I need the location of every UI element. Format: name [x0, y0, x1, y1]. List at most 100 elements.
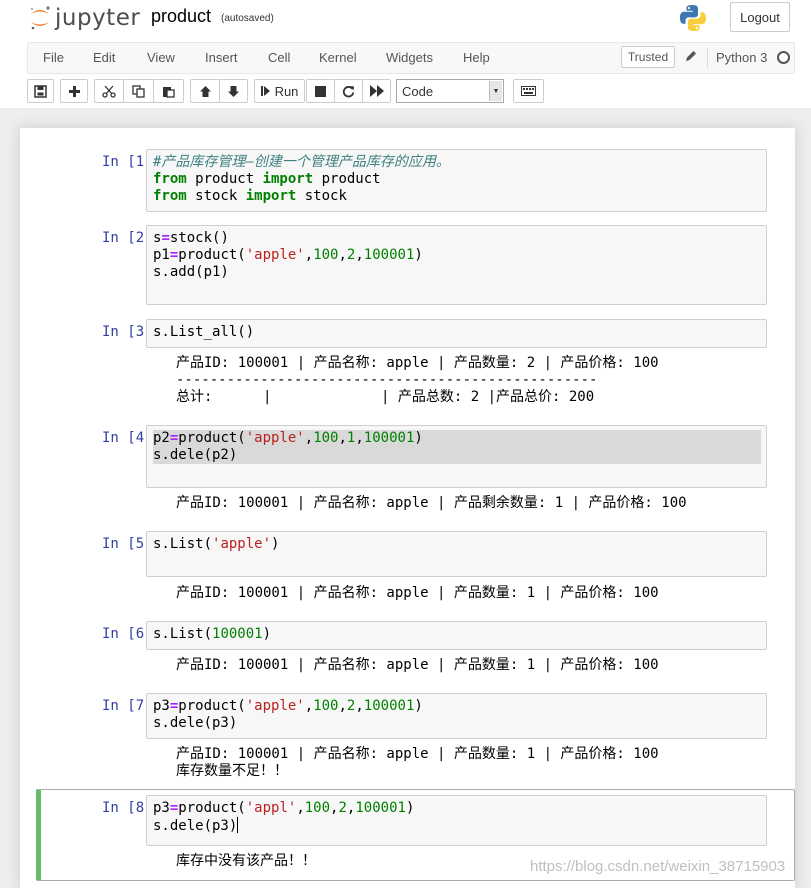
arrow-up-icon [199, 85, 211, 97]
code-editor[interactable]: s=stock() p1=product('apple',100,2,100001… [146, 225, 767, 305]
output-line: 总计: | | 产品总数: 2 |产品总价: 200 [176, 389, 595, 405]
code-token: 2 [338, 800, 347, 816]
code-token: stock() [169, 230, 229, 246]
code-token: , [355, 698, 364, 714]
code-token: 100001 [363, 698, 415, 714]
code-line: s=stock() [153, 230, 761, 247]
kernel-idle-indicator [777, 51, 790, 64]
menu-edit[interactable]: Edit [93, 50, 115, 65]
code-token: 100001 [363, 430, 415, 446]
code-line: s.List_all() [153, 324, 761, 341]
jupyter-logo[interactable]: jupyter [29, 3, 140, 33]
code-token: p3 [153, 800, 170, 816]
move-up-button[interactable] [190, 79, 220, 103]
code-token: s.dele(p3) [153, 715, 238, 731]
move-down-button[interactable] [219, 79, 248, 103]
insert-cell-button[interactable] [60, 79, 88, 103]
code-token: 'apple' [245, 430, 305, 446]
menu-kernel[interactable]: Kernel [319, 50, 357, 65]
keyboard-icon [521, 86, 536, 96]
code-token: , [338, 430, 347, 446]
code-token: 100 [313, 698, 339, 714]
trusted-indicator[interactable]: Trusted [621, 46, 675, 68]
cell-output: 产品ID: 100001 | 产品名称: apple | 产品数量: 2 | 产… [176, 355, 766, 406]
pencil-icon[interactable] [684, 49, 698, 63]
copy-button[interactable] [123, 79, 154, 103]
code-line: s.dele(p3) [153, 817, 761, 834]
watermark: https://blog.csdn.net/weixin_38715903 [530, 858, 786, 875]
code-token: , [304, 698, 314, 714]
copy-icon [132, 84, 145, 98]
code-token: , [355, 430, 364, 446]
cell-output: 产品ID: 100001 | 产品名称: apple | 产品数量: 1 | 产… [176, 746, 766, 780]
code-token: 100 [304, 800, 331, 816]
code-line: s.List(100001) [153, 626, 761, 643]
code-editor[interactable]: s.List(100001) [146, 621, 767, 650]
run-button[interactable]: Run [254, 79, 305, 103]
code-line: p1=product('apple',100,2,100001) [153, 247, 761, 264]
autosave-status: (autosaved) [221, 13, 274, 24]
save-icon [34, 84, 47, 98]
code-token: from [153, 171, 187, 187]
code-editor[interactable]: p3=product('apple',100,2,100001) s.dele(p… [146, 693, 767, 739]
paste-button[interactable] [153, 79, 184, 103]
code-editor[interactable]: s.List('apple') [146, 531, 767, 577]
code-line: p3=product('apple',100,2,100001) [153, 698, 761, 715]
code-editor[interactable]: p3=product('appl',100,2,100001) s.dele(p3… [146, 795, 767, 846]
code-token: #产品库存管理—创建一个管理产品库存的应用。 [153, 154, 450, 170]
code-token: product [313, 171, 381, 187]
save-button[interactable] [27, 79, 54, 103]
menu-file[interactable]: File [43, 50, 64, 65]
code-token: , [296, 800, 305, 816]
logout-button[interactable]: Logout [730, 2, 790, 32]
code-token: product( [178, 247, 246, 263]
notebook-name[interactable]: product [151, 6, 211, 27]
text-cursor [237, 817, 239, 833]
code-line: p3=product('appl',100,2,100001) [153, 800, 761, 817]
code-token: ) [405, 800, 415, 816]
cell-output: 产品ID: 100001 | 产品名称: apple | 产品剩余数量: 1 |… [176, 495, 766, 512]
menubar: File Edit View Insert Cell Kernel Widget… [27, 42, 795, 74]
code-token: stock [296, 188, 347, 204]
code-token: ) [271, 536, 280, 552]
jupyter-logo-icon [31, 6, 50, 30]
chevron-down-icon: ▼ [489, 81, 502, 101]
code-line: s.List('apple') [153, 536, 761, 553]
menu-view[interactable]: View [147, 50, 175, 65]
code-editor[interactable]: #产品库存管理—创建一个管理产品库存的应用。 from product impor… [146, 149, 767, 212]
refresh-icon [342, 85, 355, 97]
cell-type-select[interactable]: Code ▼ [396, 79, 504, 103]
code-line: s.add(p1) [153, 264, 761, 281]
kernel-name: Python 3 [716, 50, 768, 65]
menu-cell[interactable]: Cell [268, 50, 290, 65]
restart-button[interactable] [334, 79, 363, 103]
code-line: from product import product [153, 171, 761, 188]
code-token: 100001 [212, 626, 263, 642]
code-token: 100 [313, 247, 339, 263]
scissors-icon [102, 85, 116, 98]
restart-run-all-button[interactable] [362, 79, 391, 103]
output-line: 库存数量不足！！ [176, 763, 288, 779]
menu-widgets[interactable]: Widgets [386, 50, 433, 65]
command-palette-button[interactable] [513, 79, 544, 103]
code-token: s.List_all() [153, 324, 255, 340]
code-editor[interactable]: s.List_all() [146, 319, 767, 348]
code-token: import [245, 188, 297, 204]
output-line: 产品ID: 100001 | 产品名称: apple | 产品数量: 1 | 产… [176, 585, 659, 601]
code-token: , [355, 247, 364, 263]
cut-button[interactable] [94, 79, 124, 103]
code-editor[interactable]: p2=product('apple',100,1,100001) s.dele(p… [146, 425, 767, 488]
stop-icon [315, 85, 326, 97]
code-token: , [304, 430, 314, 446]
code-token: , [338, 698, 347, 714]
menu-insert[interactable]: Insert [205, 50, 238, 65]
interrupt-button[interactable] [306, 79, 335, 103]
code-token: s.add(p1) [153, 264, 229, 280]
code-token: s.dele(p2) [153, 447, 238, 463]
run-label: Run [274, 83, 299, 99]
menu-help[interactable]: Help [463, 50, 490, 65]
step-forward-icon [260, 86, 270, 96]
paste-icon [163, 86, 175, 98]
